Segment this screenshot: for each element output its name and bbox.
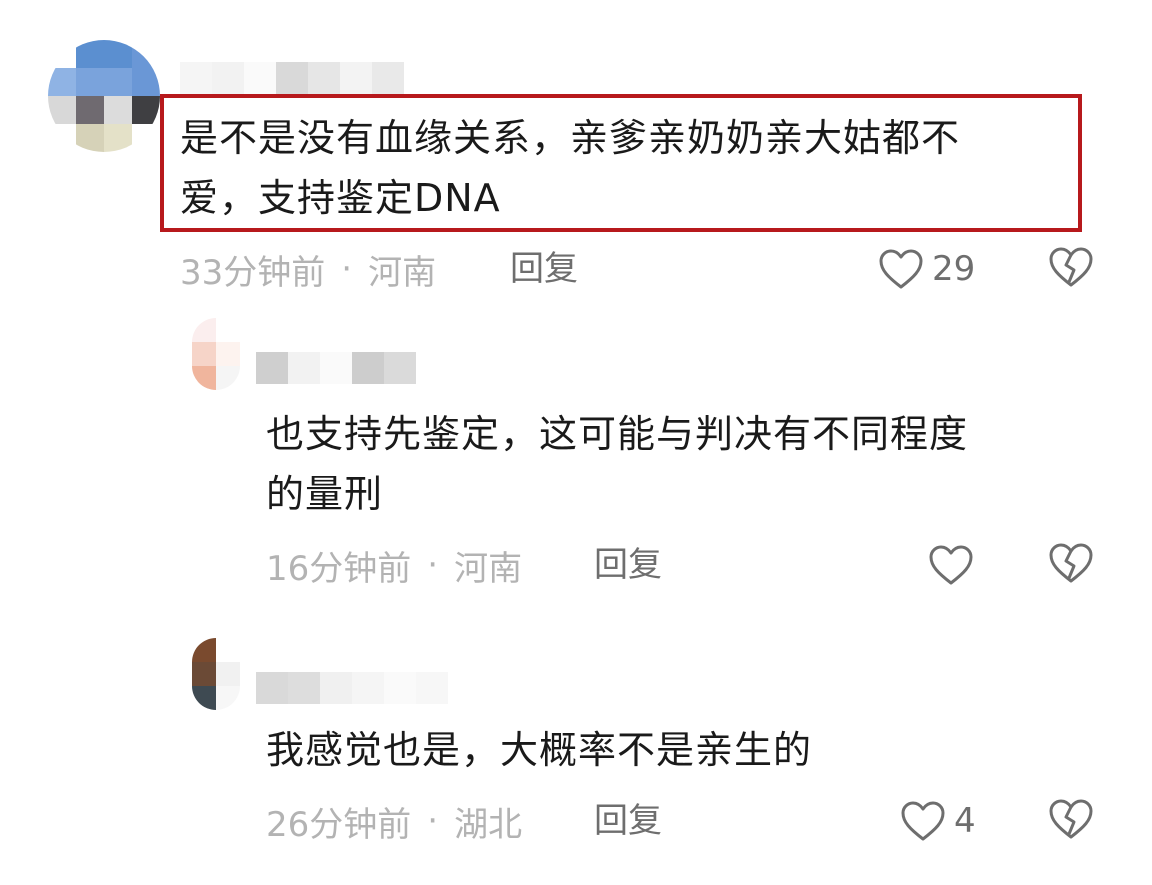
timestamp: 26分钟前	[266, 804, 412, 845]
comment-meta: 16分钟前 · 河南	[266, 540, 522, 590]
comment-text: 也支持先鉴定，这可能与判决有不同程度 的量刑	[266, 404, 968, 524]
heart-outline-icon	[878, 248, 924, 290]
comment-text-line-1: 我感觉也是，大概率不是亲生的	[266, 728, 813, 772]
broken-heart-icon	[1048, 798, 1094, 844]
comment-text-line-1: 也支持先鉴定，这可能与判决有不同程度	[266, 412, 969, 456]
avatar[interactable]	[192, 638, 240, 710]
meta-separator: ·	[341, 249, 353, 289]
reply-button[interactable]: 回复	[594, 796, 662, 846]
timestamp: 33分钟前	[180, 252, 326, 293]
heart-outline-icon	[928, 544, 974, 586]
username-blurred[interactable]	[256, 672, 448, 704]
comment-meta: 26分钟前 · 湖北	[266, 796, 522, 846]
like-button[interactable]	[928, 540, 982, 590]
comment-text: 是不是没有血缘关系，亲爹亲奶奶亲大姑都不 爱，支持鉴定DNA	[180, 108, 960, 228]
avatar[interactable]	[48, 40, 160, 152]
username-blurred[interactable]	[256, 352, 416, 384]
like-count: 4	[954, 801, 976, 841]
like-button[interactable]: 4	[900, 796, 976, 846]
dislike-button[interactable]	[1048, 540, 1094, 590]
comment-text-line-2: 的量刑	[266, 472, 384, 516]
heart-outline-icon	[900, 800, 946, 842]
comment-text-line-2: 爱，支持鉴定DNA	[180, 176, 501, 220]
timestamp: 16分钟前	[266, 548, 412, 589]
comment-text: 我感觉也是，大概率不是亲生的	[266, 720, 812, 780]
broken-heart-icon	[1048, 542, 1094, 588]
meta-separator: ·	[427, 801, 439, 841]
comment-text-line-1: 是不是没有血缘关系，亲爹亲奶奶亲大姑都不	[180, 116, 961, 160]
location: 湖北	[454, 804, 523, 845]
username-blurred[interactable]	[180, 62, 404, 94]
location: 河南	[368, 252, 437, 293]
like-count: 29	[932, 249, 976, 289]
dislike-button[interactable]	[1048, 244, 1094, 294]
reply-button[interactable]: 回复	[510, 244, 578, 294]
broken-heart-icon	[1048, 246, 1094, 292]
like-button[interactable]: 29	[878, 244, 975, 294]
comment-meta: 33分钟前 · 河南	[180, 244, 436, 294]
dislike-button[interactable]	[1048, 796, 1094, 846]
meta-separator: ·	[427, 545, 439, 585]
reply-button[interactable]: 回复	[594, 540, 662, 590]
avatar[interactable]	[192, 318, 240, 390]
location: 河南	[454, 548, 523, 589]
